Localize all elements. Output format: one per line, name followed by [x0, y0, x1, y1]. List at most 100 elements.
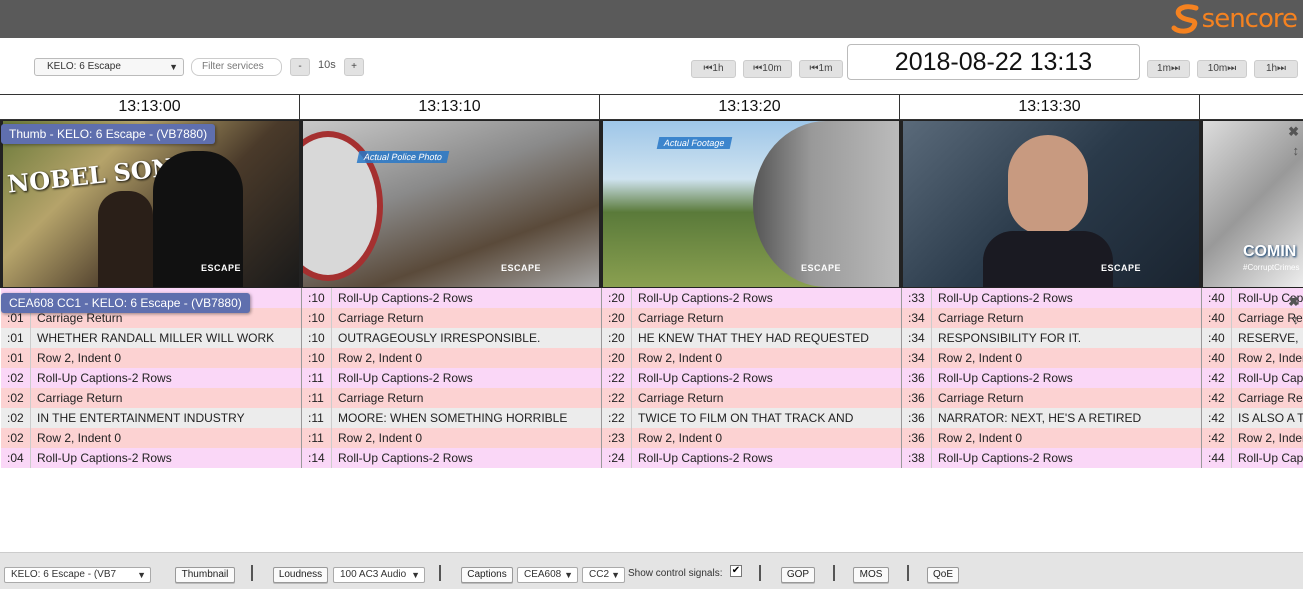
captions-row-label[interactable]: CEA608 CC1 - KELO: 6 Escape - (VB7880): [1, 293, 250, 313]
chevron-down-icon: ▼: [564, 570, 573, 580]
caption-row[interactable]: :14 Roll-Up Captions-2 Rows: [302, 448, 602, 468]
sencore-logo-icon: [1171, 4, 1199, 34]
caption-row[interactable]: :42 Carriage Return: [1202, 388, 1303, 408]
caption-row[interactable]: :38 Roll-Up Captions-2 Rows: [902, 448, 1202, 468]
caption-row[interactable]: :10 Roll-Up Captions-2 Rows: [302, 288, 602, 308]
service-select[interactable]: KELO: 6 Escape ▼: [34, 58, 184, 76]
column-divider: [901, 288, 902, 468]
caption-row[interactable]: :40 RESERVE,: [1202, 328, 1303, 348]
caption-value: Carriage Return: [638, 311, 724, 325]
video-thumbnail[interactable]: Actual Police Photo ESCAPE: [303, 121, 599, 287]
timeline-ruler: 13:13:00 13:13:10 13:13:20 13:13:30: [0, 94, 1303, 120]
caption-row[interactable]: :10 Carriage Return: [302, 308, 602, 328]
caption-row[interactable]: :42 IS ALSO A T: [1202, 408, 1303, 428]
audio-select[interactable]: 100 AC3 Audio ▼: [333, 567, 425, 583]
bottom-service-select-value: KELO: 6 Escape - (VB7: [11, 569, 117, 580]
caption-channel-select[interactable]: CC2 ▼: [582, 567, 625, 583]
caption-row[interactable]: :24 Roll-Up Captions-2 Rows: [602, 448, 902, 468]
caption-row[interactable]: :42 Roll-Up Captions-2 Rows: [1202, 368, 1303, 388]
caption-row[interactable]: :36 Roll-Up Captions-2 Rows: [902, 368, 1202, 388]
mos-button[interactable]: MOS: [853, 567, 889, 583]
footage-tag: Actual Police Photo: [356, 151, 450, 163]
caption-value: Roll-Up Captions-2 Rows: [1238, 451, 1303, 465]
resize-vertical-icon[interactable]: ↕: [1293, 312, 1300, 327]
caption-value: Carriage Return: [638, 391, 724, 405]
caption-time: :42: [1202, 388, 1232, 408]
resize-vertical-icon[interactable]: ↕: [1293, 143, 1300, 158]
caption-standard-select[interactable]: CEA608 ▼: [517, 567, 578, 583]
caption-row[interactable]: :36 Row 2, Indent 0: [902, 428, 1202, 448]
caption-row[interactable]: :02 Roll-Up Captions-2 Rows: [1, 368, 301, 388]
caption-row[interactable]: :22 Carriage Return: [602, 388, 902, 408]
caption-row[interactable]: :33 Roll-Up Captions-2 Rows: [902, 288, 1202, 308]
caption-row[interactable]: :40Carriage Return: [1202, 308, 1303, 328]
video-thumbnail[interactable]: ESCAPE: [903, 121, 1199, 287]
caption-row[interactable]: :02 IN THE ENTERTAINMENT INDUSTRY: [1, 408, 301, 428]
caption-value: Carriage Return: [37, 391, 123, 405]
caption-row[interactable]: :36 Carriage Return: [902, 388, 1202, 408]
caption-value: Carriage Return: [338, 311, 424, 325]
caption-row[interactable]: :42 Row 2, Indent 0: [1202, 428, 1303, 448]
back-10m-button[interactable]: ⏮10m: [743, 60, 792, 78]
video-thumbnail[interactable]: COMIN #CorruptCrimes: [1203, 121, 1303, 287]
caption-row[interactable]: :11 Carriage Return: [302, 388, 602, 408]
caption-row[interactable]: :02 Carriage Return: [1, 388, 301, 408]
caption-row[interactable]: :22 Roll-Up Captions-2 Rows: [602, 368, 902, 388]
caption-row[interactable]: :01 Row 2, Indent 0: [1, 348, 301, 368]
caption-row[interactable]: :36 NARRATOR: NEXT, HE'S A RETIRED: [902, 408, 1202, 428]
step-plus-button[interactable]: +: [344, 58, 364, 76]
caption-row[interactable]: :20 Row 2, Indent 0: [602, 348, 902, 368]
caption-value: Row 2, Indent 0: [1238, 431, 1303, 445]
caption-row[interactable]: :22 TWICE TO FILM ON THAT TRACK AND: [602, 408, 902, 428]
caption-row[interactable]: :02 Row 2, Indent 0: [1, 428, 301, 448]
show-control-signals-checkbox[interactable]: ✔: [730, 565, 742, 577]
step-minus-button[interactable]: -: [290, 58, 310, 76]
caption-row[interactable]: :10 Row 2, Indent 0: [302, 348, 602, 368]
timeline-tick: 13:13:20: [600, 95, 900, 119]
datetime-display[interactable]: 2018-08-22 13:13: [847, 44, 1140, 80]
caption-column: :40Roll-Up Captions-2 Rows:40Carriage Re…: [1202, 288, 1303, 468]
caption-value: Row 2, Indent 0: [938, 351, 1023, 365]
video-thumbnail[interactable]: Actual Footage ESCAPE: [603, 121, 899, 287]
caption-time: :01: [1, 328, 31, 348]
bottom-service-select[interactable]: KELO: 6 Escape - (VB7 ▼: [4, 567, 151, 583]
forward-1m-button[interactable]: 1m⏭: [1147, 60, 1190, 78]
caption-row[interactable]: :04 Roll-Up Captions-2 Rows: [1, 448, 301, 468]
caption-value: Roll-Up Captions-2 Rows: [638, 451, 773, 465]
caption-row[interactable]: :34 Row 2, Indent 0: [902, 348, 1202, 368]
caption-row[interactable]: :23 Row 2, Indent 0: [602, 428, 902, 448]
caption-row[interactable]: :44 Roll-Up Captions-2 Rows: [1202, 448, 1303, 468]
back-1h-button[interactable]: ⏮1h: [691, 60, 736, 78]
loudness-button[interactable]: Loudness: [273, 567, 328, 583]
timeline-tick: 13:13:10: [300, 95, 600, 119]
back-1m-button[interactable]: ⏮1m: [799, 60, 843, 78]
caption-row[interactable]: :20 Carriage Return: [602, 308, 902, 328]
forward-1h-button[interactable]: 1h⏭: [1254, 60, 1298, 78]
forward-10m-button[interactable]: 10m⏭: [1197, 60, 1247, 78]
qoe-button[interactable]: QoE: [927, 567, 959, 583]
caption-time: :14: [302, 448, 332, 468]
close-icon[interactable]: ✖: [1288, 124, 1299, 140]
close-icon[interactable]: ✖: [1288, 294, 1299, 310]
thumbnail-button[interactable]: Thumbnail: [175, 567, 235, 583]
caption-row[interactable]: :11 MOORE: WHEN SOMETHING HORRIBLE: [302, 408, 602, 428]
captions-button[interactable]: Captions: [461, 567, 513, 583]
video-thumbnail[interactable]: NOBEL SON ESCAPE: [3, 121, 299, 287]
gop-button[interactable]: GOP: [781, 567, 815, 583]
caption-row[interactable]: :11 Row 2, Indent 0: [302, 428, 602, 448]
caption-row[interactable]: :40 Row 2, Indent 0: [1202, 348, 1303, 368]
thumbnail-row-label[interactable]: Thumb - KELO: 6 Escape - (VB7880): [1, 124, 216, 144]
caption-time: :02: [1, 368, 31, 388]
caption-row[interactable]: :34 RESPONSIBILITY FOR IT.: [902, 328, 1202, 348]
caption-row[interactable]: :20 HE KNEW THAT THEY HAD REQUESTED: [602, 328, 902, 348]
bottom-toolbar: KELO: 6 Escape - (VB7 ▼ Thumbnail Loudnes…: [0, 552, 1303, 589]
caption-row[interactable]: :34 Carriage Return: [902, 308, 1202, 328]
toolbar-divider: [833, 565, 835, 581]
filter-services-input[interactable]: Filter services: [191, 58, 282, 76]
poster-text: NOBEL SON: [5, 152, 175, 199]
face-shape: [1008, 135, 1088, 235]
caption-row[interactable]: :20 Roll-Up Captions-2 Rows: [602, 288, 902, 308]
caption-row[interactable]: :01 WHETHER RANDALL MILLER WILL WORK: [1, 328, 301, 348]
caption-row[interactable]: :10 OUTRAGEOUSLY IRRESPONSIBLE.: [302, 328, 602, 348]
caption-row[interactable]: :11 Roll-Up Captions-2 Rows: [302, 368, 602, 388]
